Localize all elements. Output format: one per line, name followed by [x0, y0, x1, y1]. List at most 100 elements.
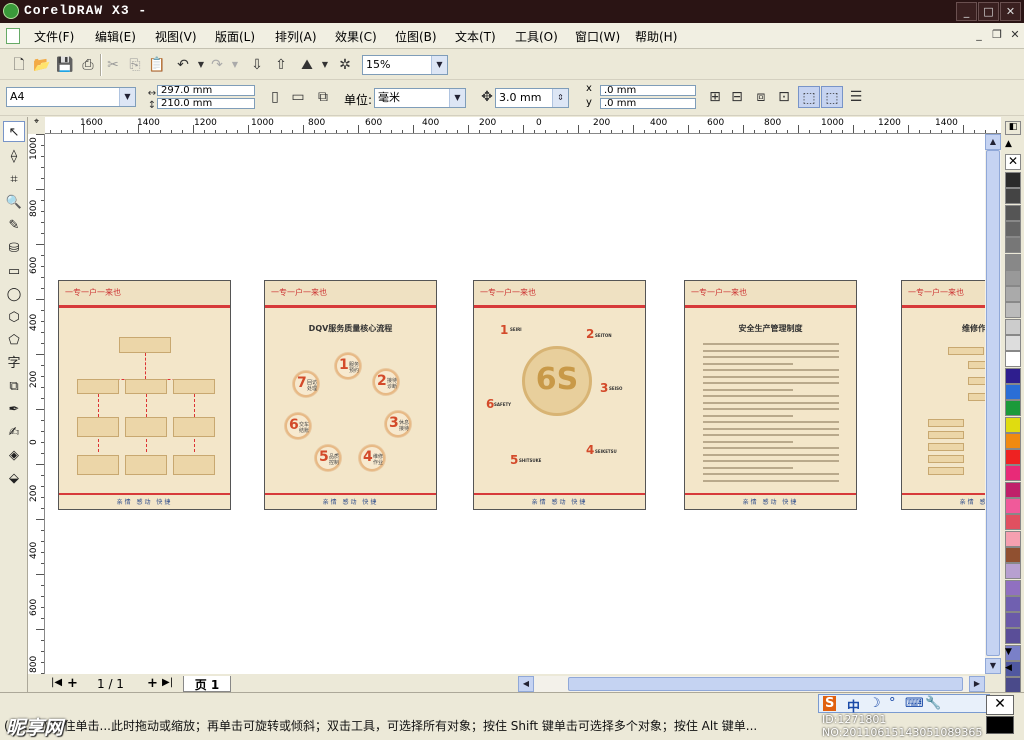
color-swatch[interactable]	[1005, 302, 1021, 319]
scroll-right-icon[interactable]: ▶	[969, 676, 985, 692]
page-width-field[interactable]: 297.0 mm	[157, 85, 255, 96]
shape-tool-icon[interactable]: ⟠	[3, 146, 25, 167]
zoom-tool-icon[interactable]: 🔍	[3, 192, 25, 213]
ime-logo-icon[interactable]: S	[823, 696, 837, 711]
palette-menu-icon[interactable]: ◧	[1005, 121, 1021, 135]
color-swatch[interactable]	[1005, 188, 1021, 205]
interactive-blend-icon[interactable]: ⧉	[3, 376, 25, 397]
drawing-canvas[interactable]: 一专一户一来也 亲情 感动 快捷 一专一户一来也 DQV服务质量核心流程 1 服务…	[45, 134, 985, 674]
artboard-safety-rules[interactable]: 一专一户一来也 安全生产管理制度 亲情 感动 快捷	[684, 280, 857, 510]
ime-keyboard-icon[interactable]: ⌨	[905, 696, 924, 711]
scroll-up-icon[interactable]: ▲	[1005, 139, 1012, 149]
artboard-repair-flow[interactable]: 一专一户一来也 维修作 亲情 感动 快捷	[901, 280, 985, 510]
eyedropper-icon[interactable]: ✒	[3, 399, 25, 420]
basic-shapes-icon[interactable]: ⬠	[3, 330, 25, 351]
doc-close-icon[interactable]: ✕	[1006, 28, 1024, 44]
color-swatch[interactable]	[1005, 416, 1021, 433]
color-swatch[interactable]	[1005, 579, 1021, 596]
corel-online-icon[interactable]: ✲	[334, 54, 356, 76]
color-swatch[interactable]	[1005, 253, 1021, 270]
color-swatch[interactable]	[1005, 367, 1021, 384]
color-swatch[interactable]	[1005, 204, 1021, 221]
crop-tool-icon[interactable]: ⌗	[3, 169, 25, 190]
rectangle-tool-icon[interactable]: ▭	[3, 261, 25, 282]
duplicate-x-field[interactable]: .0 mm	[600, 85, 696, 96]
color-swatch[interactable]	[1005, 481, 1021, 498]
color-swatch[interactable]	[1005, 237, 1021, 254]
page-height-field[interactable]: 210.0 mm	[157, 98, 255, 109]
color-swatch[interactable]	[1005, 498, 1021, 514]
menu-window[interactable]: 窗口(W)	[575, 28, 620, 45]
fill-tool-icon[interactable]: ◈	[3, 445, 25, 466]
chevron-down-icon[interactable]: ▼	[449, 89, 465, 107]
menu-bitmaps[interactable]: 位图(B)	[395, 28, 437, 45]
menu-edit[interactable]: 编辑(E)	[95, 28, 136, 45]
close-button[interactable]: ✕	[1000, 2, 1021, 21]
artboard-dqv-process[interactable]: 一专一户一来也 DQV服务质量核心流程 1 服务预约 2 接待诊断 3 休息接待 4维…	[264, 280, 437, 510]
smart-fill-icon[interactable]: ⛁	[3, 238, 25, 259]
treat-as-filled-icon[interactable]: ⬚	[798, 86, 820, 108]
chevron-down-icon[interactable]: ▼	[431, 56, 447, 74]
export-icon[interactable]: ⇧	[270, 54, 292, 76]
paste-icon[interactable]: 📋	[146, 54, 168, 76]
units-select[interactable]: 毫米 ▼	[374, 88, 466, 108]
doc-minimize-icon[interactable]: _	[970, 28, 988, 44]
page-tab[interactable]: 页 1	[183, 676, 231, 692]
color-swatch[interactable]	[1005, 530, 1021, 547]
color-swatch[interactable]	[1005, 677, 1021, 694]
print-icon[interactable]: ⎙	[77, 54, 99, 76]
scroll-down-icon[interactable]: ▼	[985, 658, 1001, 674]
spinner-icon[interactable]: ⇕	[552, 89, 568, 107]
color-swatch[interactable]	[1005, 432, 1021, 449]
menu-help[interactable]: 帮助(H)	[635, 28, 677, 45]
color-swatch[interactable]	[1005, 351, 1021, 368]
expand-palette-icon[interactable]: ◀	[1005, 663, 1012, 673]
redo-dropdown-icon[interactable]: ▼	[224, 54, 246, 76]
scroll-down-icon[interactable]: ▼	[1005, 647, 1012, 657]
copy-icon[interactable]: ⎘	[124, 54, 146, 76]
no-color-swatch[interactable]: ✕	[1005, 154, 1021, 170]
nudge-distance-field[interactable]: 3.0 mm ⇕	[495, 88, 569, 108]
color-swatch[interactable]	[1005, 595, 1021, 612]
ime-halfwidth-icon[interactable]: ☽	[869, 696, 881, 711]
ime-settings-icon[interactable]: 🔧	[925, 696, 941, 711]
artboard-6s[interactable]: 一专一户一来也 6S 1 SEIRI 2 SEITON 3 SEISO 4 SE…	[473, 280, 646, 510]
ime-toolbar[interactable]: S 中 ☽ ° ⌨ 🔧	[818, 694, 990, 715]
color-swatch[interactable]	[1005, 612, 1021, 629]
save-icon[interactable]: 💾	[54, 54, 76, 76]
snap-grid-icon[interactable]: ⊞	[704, 86, 726, 108]
ellipse-tool-icon[interactable]: ◯	[3, 284, 25, 305]
scroll-left-icon[interactable]: ◀	[518, 676, 534, 692]
document-icon[interactable]	[6, 28, 20, 44]
vertical-scroll-thumb[interactable]	[986, 150, 1000, 656]
menu-layout[interactable]: 版面(L)	[215, 28, 255, 45]
doc-restore-icon[interactable]: ❐	[988, 28, 1006, 44]
color-swatch[interactable]	[1005, 335, 1021, 351]
menu-file[interactable]: 文件(F)	[34, 28, 74, 45]
duplicate-y-field[interactable]: .0 mm	[600, 98, 696, 109]
color-swatch[interactable]	[1005, 286, 1021, 303]
cut-icon[interactable]: ✂	[102, 54, 124, 76]
paper-type-select[interactable]: A4 ▼	[6, 87, 136, 107]
new-icon[interactable]: 🗋	[8, 54, 30, 76]
landscape-icon[interactable]: ▭	[287, 86, 309, 108]
horizontal-scroll-thumb[interactable]	[568, 677, 963, 691]
snap-guidelines-icon[interactable]: ⊟	[726, 86, 748, 108]
menu-text[interactable]: 文本(T)	[455, 28, 496, 45]
page-layout-icon[interactable]: ⧉	[312, 86, 334, 108]
horizontal-scrollbar[interactable]: ◀ ▶	[518, 676, 985, 692]
menu-tools[interactable]: 工具(O)	[515, 28, 558, 45]
fill-swatch[interactable]	[986, 716, 1014, 734]
first-page-icon[interactable]: |◀	[51, 677, 62, 688]
color-swatch[interactable]	[1005, 318, 1021, 335]
outline-swatch-icon[interactable]: ✕	[986, 695, 1014, 715]
ime-punct-icon[interactable]: °	[889, 696, 896, 711]
menu-view[interactable]: 视图(V)	[155, 28, 197, 45]
color-swatch[interactable]	[1005, 449, 1021, 466]
interactive-fill-icon[interactable]: ⬙	[3, 468, 25, 489]
color-swatch[interactable]	[1005, 400, 1021, 417]
launcher-dropdown-icon[interactable]: ▼	[314, 54, 336, 76]
scroll-up-icon[interactable]: ▲	[985, 134, 1001, 150]
add-page-before-icon[interactable]: +	[67, 676, 78, 691]
open-icon[interactable]: 📂	[31, 54, 53, 76]
